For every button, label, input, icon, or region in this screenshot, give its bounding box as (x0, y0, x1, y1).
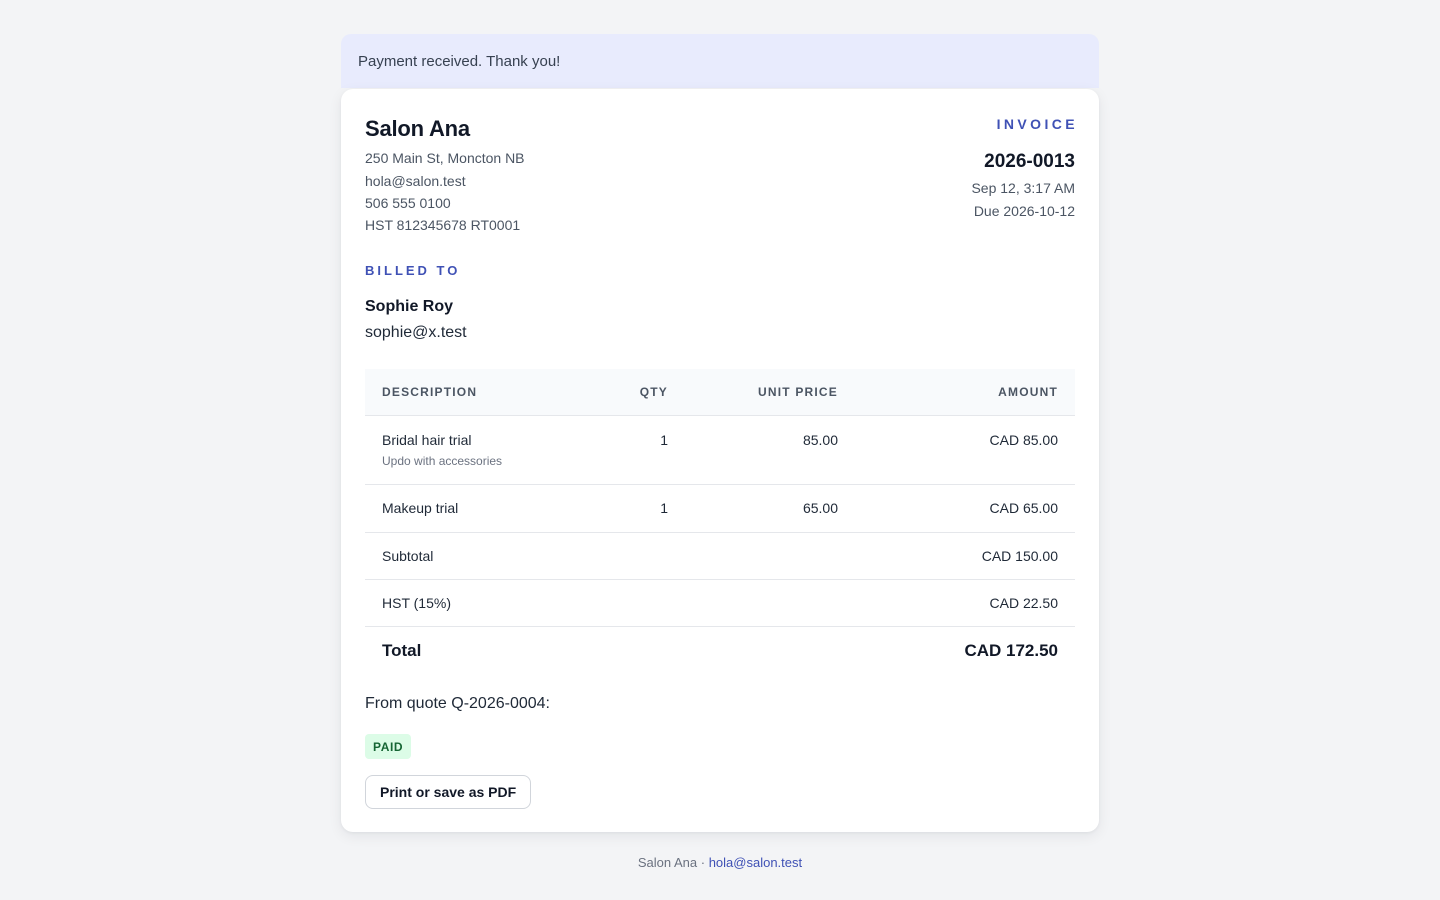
total-value: CAD 172.50 (964, 641, 1058, 661)
total-label: Total (382, 641, 422, 661)
client-name: Sophie Roy (365, 298, 454, 315)
business-phone: 506 555 0100 (365, 195, 451, 211)
business-name: Salon Ana (365, 116, 470, 141)
status-badge: PAID (365, 734, 412, 759)
item-name: Bridal hair trial (382, 431, 472, 448)
item-detail: Updo with accessories (382, 453, 503, 468)
invoice-due-date: Due 2026-10-12 (973, 203, 1075, 219)
invoice-label: INVOICE (996, 116, 1078, 132)
footer-separator: · (697, 855, 709, 870)
subtotal-label: Subtotal (365, 532, 605, 580)
item-unit-price: 65.00 (685, 484, 855, 533)
column-header-unit-price: UNIT PRICE (685, 369, 855, 416)
business-email: hola@salon.test (365, 173, 466, 189)
item-name: Makeup trial (365, 484, 605, 533)
item-description-cell: Bridal hair trial Updo with accessories (365, 415, 605, 485)
banner-message: Payment received. Thank you! (358, 52, 561, 70)
footer-email-link[interactable]: hola@salon.test (709, 855, 802, 870)
payment-banner: Payment received. Thank you! (341, 34, 1099, 88)
column-header-description: DESCRIPTION (365, 369, 605, 416)
business-tax-id: HST 812345678 RT0001 (365, 217, 521, 233)
tax-label: HST (15%) (365, 579, 605, 627)
table-row: Makeup trial 1 65.00 CAD 65.00 (365, 484, 1075, 533)
quote-reference: From quote Q-2026-0004: (365, 695, 550, 712)
billed-to-label: BILLED TO (365, 263, 461, 278)
invoice-card: Salon Ana 250 Main St, Moncton NB hola@s… (341, 89, 1099, 832)
tax-value: CAD 22.50 (855, 579, 1075, 627)
page-footer: Salon Ana · hola@salon.test (0, 855, 1440, 870)
client-email: sophie@x.test (365, 324, 467, 341)
line-items-table: DESCRIPTION QTY UNIT PRICE AMOUNT Bridal… (365, 369, 1075, 676)
tax-row: HST (15%) CAD 22.50 (365, 579, 1075, 627)
business-address: 250 Main St, Moncton NB (365, 150, 525, 166)
item-qty: 1 (605, 415, 685, 485)
item-qty: 1 (605, 484, 685, 533)
subtotal-row: Subtotal CAD 150.00 (365, 532, 1075, 580)
print-button[interactable]: Print or save as PDF (365, 775, 532, 809)
table-row: Bridal hair trial Updo with accessories … (365, 415, 1075, 485)
column-header-qty: QTY (605, 369, 685, 416)
item-amount: CAD 85.00 (855, 415, 1075, 485)
invoice-date: Sep 12, 3:17 AM (971, 180, 1075, 196)
item-amount: CAD 65.00 (855, 484, 1075, 533)
table-header-row: DESCRIPTION QTY UNIT PRICE AMOUNT (365, 369, 1075, 416)
invoice-number: 2026-0013 (984, 151, 1075, 172)
item-unit-price: 85.00 (685, 415, 855, 485)
column-header-amount: AMOUNT (855, 369, 1075, 416)
footer-business-name: Salon Ana (637, 855, 698, 870)
total-row: Total CAD 172.50 (365, 626, 1075, 676)
subtotal-value: CAD 150.00 (855, 532, 1075, 580)
